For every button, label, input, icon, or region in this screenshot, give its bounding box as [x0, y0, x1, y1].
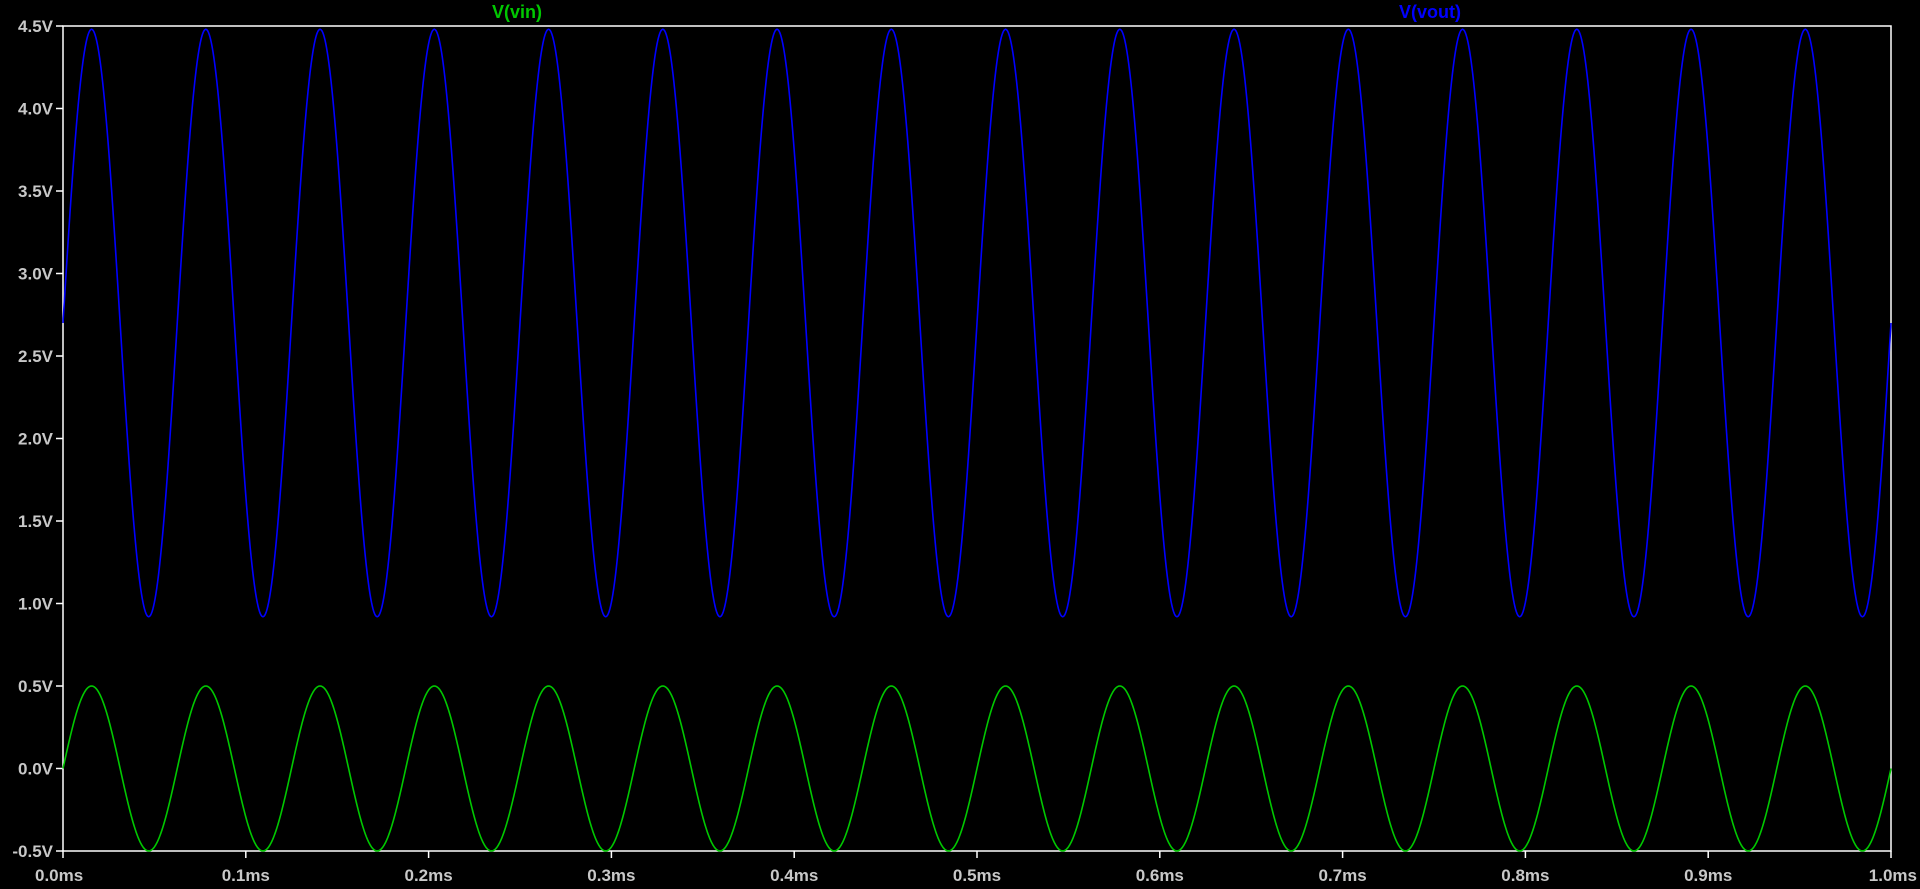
y-tick-label: 1.0V — [18, 595, 54, 614]
y-tick-label: 2.0V — [18, 430, 54, 449]
x-tick-label: 1.0ms — [1869, 866, 1917, 885]
y-tick-label: 0.0V — [18, 760, 54, 779]
x-tick-label: 0.6ms — [1136, 866, 1184, 885]
y-tick-label: -0.5V — [12, 842, 53, 861]
x-tick-label: 0.8ms — [1501, 866, 1549, 885]
x-tick-label: 0.9ms — [1684, 866, 1732, 885]
x-tick-label: 0.1ms — [222, 866, 270, 885]
y-tick-label: 3.5V — [18, 182, 54, 201]
x-tick-label: 0.7ms — [1318, 866, 1366, 885]
y-tick-label: 2.5V — [18, 347, 54, 366]
y-tick-label: 1.5V — [18, 512, 54, 531]
legend-label-vout: V(vout) — [1399, 2, 1461, 22]
x-tick-label: 0.5ms — [953, 866, 1001, 885]
legend-label-vin: V(vin) — [492, 2, 542, 22]
plot-background — [0, 0, 1920, 889]
x-tick-label: 0.2ms — [404, 866, 452, 885]
x-tick-label: 0.4ms — [770, 866, 818, 885]
waveform-plot: 0.0ms 0.1ms 0.2ms 0.3ms 0.4ms 0.5ms 0.6ms 0.7ms… — [0, 0, 1920, 889]
x-tick-label: 0.3ms — [587, 866, 635, 885]
x-tick-label: 0.0ms — [35, 866, 83, 885]
y-tick-label: 4.5V — [18, 17, 54, 36]
y-tick-label: 3.0V — [18, 265, 54, 284]
y-tick-label: 0.5V — [18, 677, 54, 696]
y-tick-label: 4.0V — [18, 100, 54, 119]
